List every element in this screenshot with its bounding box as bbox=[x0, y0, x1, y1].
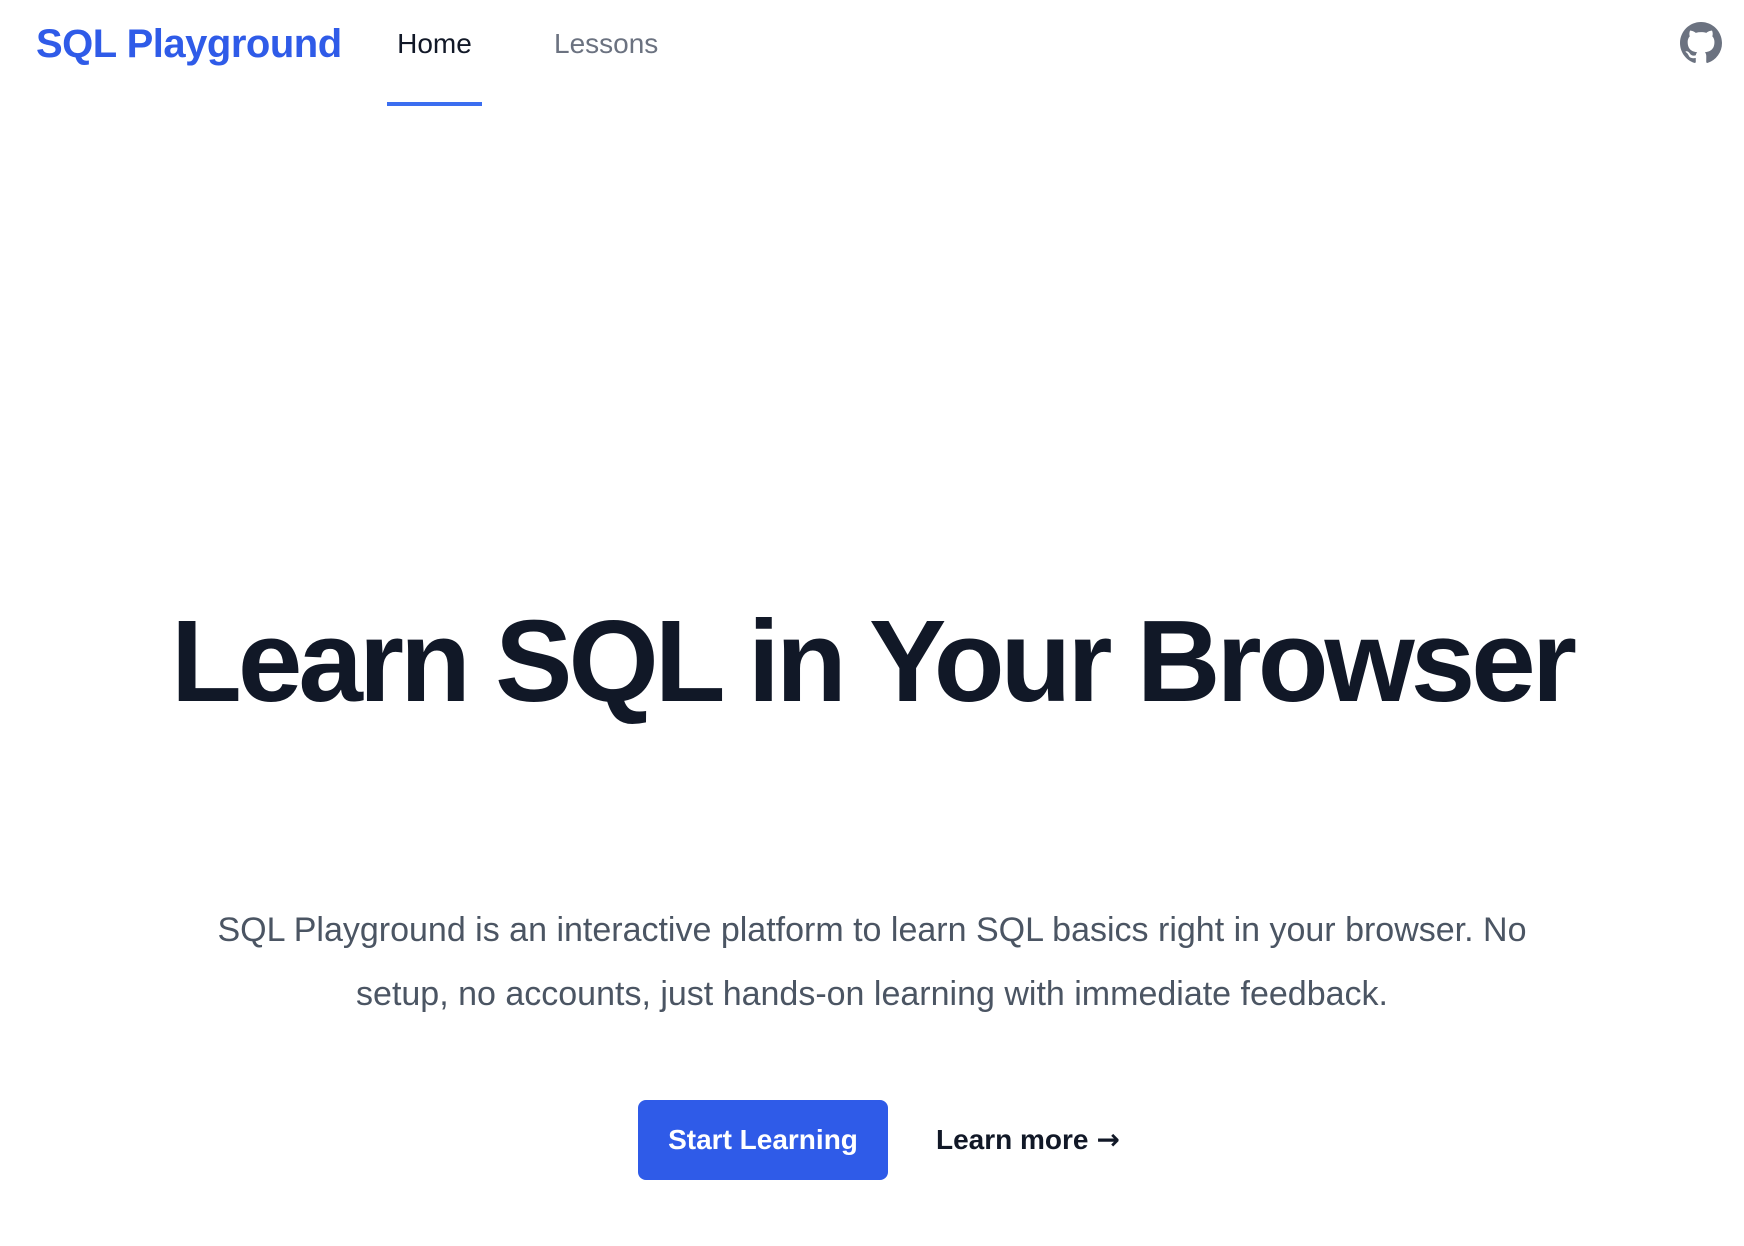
brand-logo-link[interactable]: SQL Playground bbox=[36, 18, 342, 70]
hero-title: Learn SQL in Your Browser bbox=[171, 596, 1577, 726]
nav-item-home[interactable]: Home bbox=[387, 24, 482, 106]
nav-item-lessons[interactable]: Lessons bbox=[554, 24, 658, 106]
start-learning-button[interactable]: Start Learning bbox=[638, 1100, 888, 1180]
top-navbar: SQL Playground Home Lessons bbox=[0, 0, 1744, 106]
learn-more-link[interactable]: Learn more → bbox=[936, 1120, 1120, 1160]
github-icon bbox=[1680, 22, 1722, 64]
github-link[interactable] bbox=[1680, 22, 1722, 64]
arrow-right-icon: → bbox=[1096, 1123, 1120, 1156]
hero-subtitle: SQL Playground is an interactive platfor… bbox=[217, 911, 1527, 1013]
learn-more-label: Learn more bbox=[936, 1124, 1089, 1155]
